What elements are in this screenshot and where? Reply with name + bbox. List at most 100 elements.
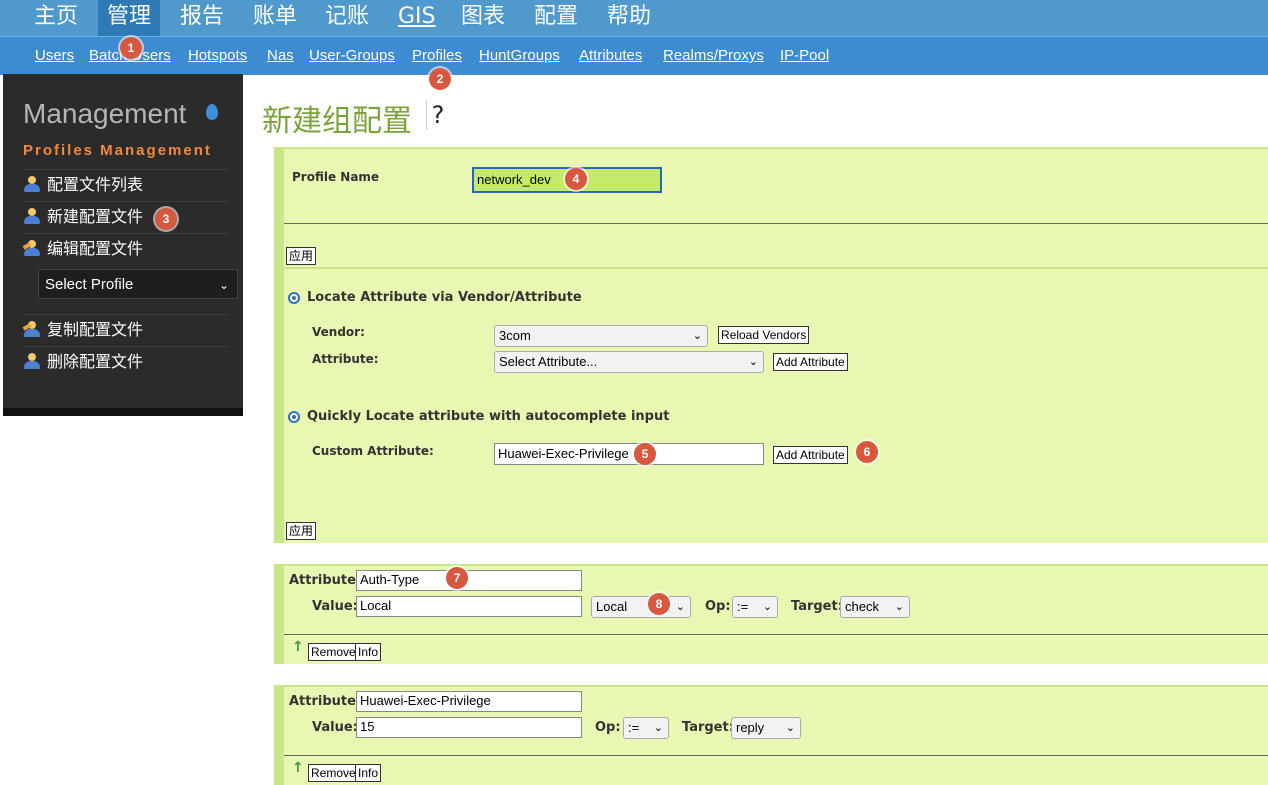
attribute-name-input[interactable]: Auth-Type xyxy=(356,570,582,591)
arrow-up-icon[interactable]: ↑ xyxy=(292,639,304,655)
add-attribute-button-custom[interactable]: Add Attribute xyxy=(773,446,848,464)
remove-button[interactable]: Remove xyxy=(308,764,359,782)
attribute-row-huawei-exec-privilege: Attribute: Huawei-Exec-Privilege Value: … xyxy=(274,685,1268,785)
help-icon[interactable]: ? xyxy=(426,100,449,130)
nav-gis[interactable]: GIS xyxy=(398,0,436,36)
attribute-row-auth-type: Attribute: Auth-Type Value: Local Local … xyxy=(274,564,1268,664)
sidebar-item-delete-profile[interactable]: 删除配置文件 xyxy=(23,346,228,379)
attribute-row-label: Attribute: xyxy=(289,694,362,709)
chevron-down-icon: ⌄ xyxy=(762,601,772,613)
vendor-label: Vendor: xyxy=(312,325,365,339)
apply-button[interactable]: 应用 xyxy=(286,247,317,265)
subnav-ip-pool[interactable]: IP-Pool xyxy=(780,37,829,75)
sidebar-item-label: 配置文件列表 xyxy=(47,175,144,194)
divider xyxy=(284,634,1268,635)
info-button[interactable]: Info xyxy=(355,764,382,782)
chevron-down-icon: ⌄ xyxy=(894,601,904,613)
value-label: Value: xyxy=(312,720,358,735)
vendor-select-value: 3com xyxy=(499,328,531,343)
profile-name-panel: Profile Name network_dev 应用 xyxy=(274,147,1268,267)
subnav-hotspots[interactable]: Hotspots xyxy=(188,37,247,75)
subnav-huntgroups[interactable]: HuntGroups xyxy=(479,37,560,75)
user-icon xyxy=(23,176,41,192)
add-attribute-button[interactable]: Add Attribute xyxy=(773,353,848,371)
nav-billing[interactable]: 账单 xyxy=(253,0,297,36)
nav-graphs[interactable]: 图表 xyxy=(461,0,505,36)
target-select-value: check xyxy=(845,599,879,614)
remove-button[interactable]: Remove xyxy=(308,643,359,661)
arrow-up-icon[interactable]: ↑ xyxy=(292,760,304,776)
info-button[interactable]: Info xyxy=(355,643,382,661)
op-select-value: := xyxy=(628,720,640,735)
chevron-down-icon: ⌄ xyxy=(218,278,229,292)
target-select-value: reply xyxy=(736,720,765,735)
radio-locate-vendor[interactable] xyxy=(288,292,300,304)
op-select[interactable]: := ⌄ xyxy=(732,596,778,618)
value-input[interactable]: Local xyxy=(356,596,582,617)
radio-quick-locate[interactable] xyxy=(288,411,300,423)
reload-vendors-button[interactable]: Reload Vendors xyxy=(718,326,810,344)
step-badge-6: 6 xyxy=(856,441,878,463)
select-profile-dropdown[interactable]: Select Profile ⌄ xyxy=(38,269,238,299)
value-select[interactable]: Local ⌄ xyxy=(591,596,691,618)
chevron-down-icon: ⌄ xyxy=(692,330,702,342)
step-badge-1: 1 xyxy=(120,37,142,59)
op-label: Op: xyxy=(705,599,731,614)
nav-reports[interactable]: 报告 xyxy=(180,0,224,36)
sidebar-item-list-profiles[interactable]: 配置文件列表 xyxy=(23,169,228,202)
sidebar-item-label: 复制配置文件 xyxy=(47,320,144,339)
nav-home[interactable]: 主页 xyxy=(34,0,78,36)
chevron-down-icon: ⌄ xyxy=(675,601,685,613)
nav-accounting[interactable]: 记账 xyxy=(325,0,369,36)
target-select[interactable]: check ⌄ xyxy=(840,596,910,618)
nav-config[interactable]: 配置 xyxy=(534,0,578,36)
value-input[interactable]: 15 xyxy=(356,717,582,738)
custom-attribute-input[interactable]: Huawei-Exec-Privilege xyxy=(494,443,764,465)
sidebar: Management Profiles Management 配置文件列表 新建… xyxy=(3,74,243,416)
nav-help[interactable]: 帮助 xyxy=(607,0,651,36)
step-badge-8: 8 xyxy=(648,593,670,615)
sidebar-item-duplicate-profile[interactable]: 复制配置文件 xyxy=(22,314,228,347)
user-edit-icon xyxy=(22,240,41,256)
sidebar-title: Management xyxy=(23,98,187,129)
apply-button-attributes[interactable]: 应用 xyxy=(286,522,317,540)
chevron-down-icon: ⌄ xyxy=(748,356,758,368)
chevron-down-icon: ⌄ xyxy=(785,722,795,734)
op-select[interactable]: := ⌄ xyxy=(623,717,669,739)
nav-management[interactable]: 管理 xyxy=(98,0,161,36)
user-copy-icon xyxy=(22,321,41,337)
attribute-select[interactable]: Select Attribute... ⌄ xyxy=(494,351,764,373)
target-label: Target: xyxy=(791,599,843,614)
sidebar-item-edit-profile[interactable]: 编辑配置文件 xyxy=(22,233,228,266)
sidebar-item-label: 删除配置文件 xyxy=(47,352,144,371)
custom-attribute-label: Custom Attribute: xyxy=(312,444,434,458)
sub-nav: Users Batch Users Hotspots Nas User-Grou… xyxy=(0,36,1268,75)
value-label: Value: xyxy=(312,599,358,614)
water-drop-icon xyxy=(206,104,218,120)
sidebar-item-label: 编辑配置文件 xyxy=(47,239,144,258)
top-nav: 主页 管理 报告 账单 记账 GIS 图表 配置 帮助 xyxy=(0,0,1268,36)
user-delete-icon xyxy=(23,353,41,369)
step-badge-2: 2 xyxy=(429,68,451,90)
subnav-attributes[interactable]: Attributes xyxy=(579,37,642,75)
divider xyxy=(284,755,1268,756)
sidebar-item-new-profile[interactable]: 新建配置文件 xyxy=(23,201,228,234)
divider xyxy=(284,223,1268,224)
profile-name-label: Profile Name xyxy=(292,170,380,184)
subnav-user-groups[interactable]: User-Groups xyxy=(309,37,395,75)
sidebar-item-label: 新建配置文件 xyxy=(47,207,144,226)
step-badge-7: 7 xyxy=(446,567,468,589)
subnav-users[interactable]: Users xyxy=(35,37,74,75)
vendor-select[interactable]: 3com ⌄ xyxy=(494,325,708,347)
attribute-label: Attribute: xyxy=(312,352,379,366)
attribute-name-input[interactable]: Huawei-Exec-Privilege xyxy=(356,691,582,712)
value-select-value: Local xyxy=(596,599,628,614)
select-profile-value: Select Profile xyxy=(45,276,134,293)
sidebar-subtitle: Profiles Management xyxy=(23,142,212,159)
op-label: Op: xyxy=(595,720,621,735)
target-select[interactable]: reply ⌄ xyxy=(731,717,801,739)
subnav-nas[interactable]: Nas xyxy=(267,37,294,75)
attribute-row-label: Attribute: xyxy=(289,573,362,588)
subnav-realms-proxys[interactable]: Realms/Proxys xyxy=(663,37,764,75)
quick-locate-label: Quickly Locate attribute with autocomple… xyxy=(307,409,670,424)
